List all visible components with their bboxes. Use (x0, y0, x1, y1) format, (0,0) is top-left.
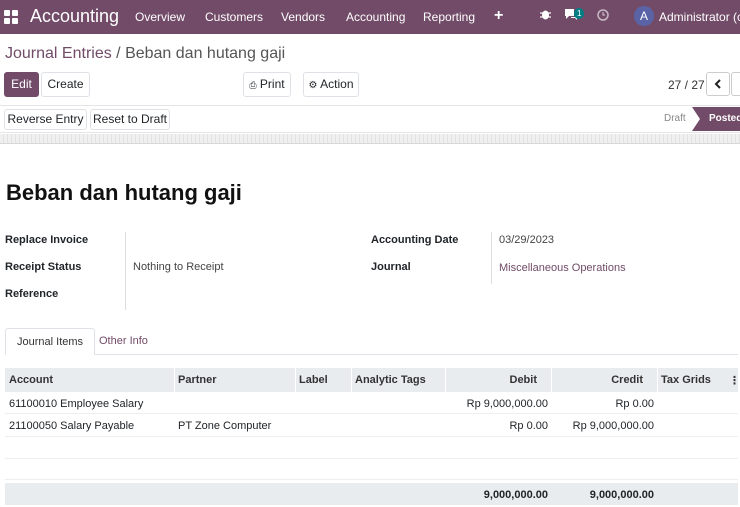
breadcrumb-current: Beban dan hutang gaji (125, 45, 286, 62)
column-account[interactable]: Account (9, 374, 53, 386)
column-tax-grids[interactable]: Tax Grids (661, 374, 711, 386)
column-label[interactable]: Label (299, 374, 328, 386)
top-navbar: Accounting Overview Customers Vendors Ac… (0, 0, 740, 34)
column-divider (551, 368, 552, 392)
column-credit[interactable]: Credit (552, 374, 643, 386)
tab-journal-items[interactable]: Journal Items (5, 328, 96, 355)
reference-label: Reference (5, 288, 59, 300)
plus-icon[interactable]: + (494, 7, 503, 25)
row-partner: PT Zone Computer (178, 420, 272, 432)
create-button[interactable]: Create (41, 72, 90, 97)
pager-next-button[interactable] (731, 72, 740, 96)
row-debit: Rp 9,000,000.00 (466, 398, 548, 410)
chevron-left-icon (714, 79, 721, 89)
row-credit: Rp 9,000,000.00 (572, 420, 654, 432)
column-divider (351, 368, 352, 392)
row-account: 21100050 Salary Payable (9, 420, 135, 432)
empty-row (5, 460, 738, 480)
empty-row (5, 437, 738, 459)
app-brand[interactable]: Accounting (30, 6, 119, 27)
gear-icon: ⚙ (308, 80, 318, 91)
field-separator (491, 232, 492, 284)
column-partner[interactable]: Partner (178, 374, 217, 386)
menu-customers[interactable]: Customers (205, 10, 263, 24)
column-divider (657, 368, 658, 392)
column-options-icon[interactable]: ⋮ (729, 374, 740, 387)
print-button[interactable]: ⎙ Print (243, 72, 291, 97)
pager-value: 27 / 27 (668, 78, 705, 92)
column-divider (174, 368, 175, 392)
clock-icon[interactable] (597, 8, 609, 24)
user-avatar[interactable]: A (634, 6, 654, 26)
menu-reporting[interactable]: Reporting (423, 10, 475, 24)
print-label: Print (259, 77, 285, 91)
row-credit: Rp 0.00 (615, 398, 654, 410)
breadcrumb-separator: / (111, 45, 126, 62)
field-separator (125, 232, 126, 310)
menu-overview[interactable]: Overview (135, 10, 185, 24)
replace-invoice-label: Replace Invoice (5, 234, 89, 246)
column-analytic-tags[interactable]: Analytic Tags (355, 374, 426, 386)
tab-other-info[interactable]: Other Info (99, 328, 148, 355)
entry-title: Beban dan hutang gaji (6, 180, 242, 205)
sheet-background-strip (0, 134, 740, 144)
column-divider (295, 368, 296, 392)
breadcrumb-journal-entries[interactable]: Journal Entries (5, 45, 112, 62)
receipt-status-value: Nothing to Receipt (133, 261, 224, 273)
total-credit: 9,000,000.00 (589, 489, 654, 501)
messages-count-badge: 1 (574, 8, 585, 19)
user-menu[interactable]: Administrator (cb0 (659, 10, 740, 24)
apps-grid-icon[interactable] (4, 10, 18, 24)
total-debit: 9,000,000.00 (483, 489, 548, 501)
status-draft: Draft (664, 113, 686, 124)
action-button[interactable]: ⚙ Action (303, 72, 359, 97)
pager-previous-button[interactable] (706, 72, 730, 96)
receipt-status-label: Receipt Status (5, 261, 82, 273)
row-debit: Rp 0.00 (509, 420, 548, 432)
accounting-date-label: Accounting Date (371, 234, 459, 246)
column-divider (445, 368, 446, 392)
reverse-entry-button[interactable]: Reverse Entry (4, 109, 87, 130)
action-label: Action (320, 77, 354, 91)
journal-value-link[interactable]: Miscellaneous Operations (499, 262, 626, 274)
menu-accounting[interactable]: Accounting (346, 10, 405, 24)
journal-label: Journal (371, 261, 411, 273)
reset-to-draft-button[interactable]: Reset to Draft (90, 109, 170, 130)
row-account: 61100010 Employee Salary (9, 398, 144, 410)
column-debit[interactable]: Debit (446, 374, 538, 386)
print-icon: ⎙ (249, 80, 257, 90)
accounting-date-value[interactable]: 03/29/2023 (499, 234, 554, 246)
bug-icon[interactable] (539, 8, 552, 24)
breadcrumb: Journal Entries / Beban dan hutang gaji (5, 45, 285, 63)
edit-button[interactable]: Edit (4, 72, 39, 97)
menu-vendors[interactable]: Vendors (281, 10, 325, 24)
